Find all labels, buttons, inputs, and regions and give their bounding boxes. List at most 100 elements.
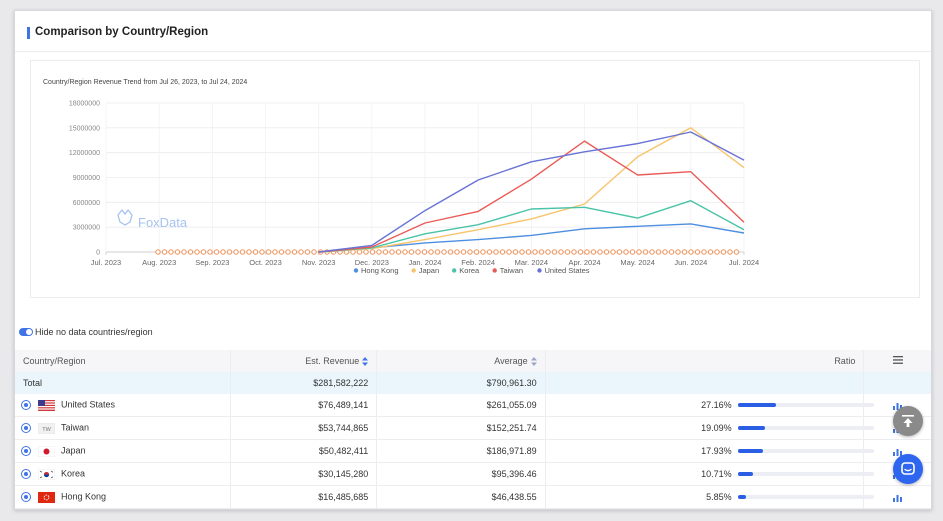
row-radio[interactable]: [21, 469, 31, 480]
event-marker-dot[interactable]: [246, 249, 252, 255]
table-row[interactable]: TW Taiwan $53,744,865 $152,251.74 19.09%: [15, 416, 931, 440]
chart-legend[interactable]: Hong Kong Japan Korea Taiwan United States: [353, 266, 590, 275]
event-marker-dot[interactable]: [571, 249, 577, 255]
legend-item[interactable]: Japan: [411, 266, 440, 275]
event-marker-dot[interactable]: [174, 249, 181, 255]
header-average[interactable]: Average: [376, 350, 546, 372]
event-marker-dot[interactable]: [259, 249, 265, 255]
event-marker-dot[interactable]: [233, 249, 239, 255]
event-marker-dot[interactable]: [727, 249, 733, 255]
scroll-to-top-button[interactable]: [893, 406, 923, 436]
event-marker-dot[interactable]: [662, 249, 668, 255]
event-marker-dot[interactable]: [421, 249, 428, 255]
event-marker-dot[interactable]: [551, 249, 558, 255]
event-marker-dot[interactable]: [486, 249, 493, 255]
event-marker-dot[interactable]: [434, 249, 441, 255]
event-marker-dot[interactable]: [538, 249, 545, 255]
event-marker-dot[interactable]: [285, 249, 291, 255]
event-marker-dot[interactable]: [168, 249, 174, 255]
event-marker-dot[interactable]: [389, 249, 395, 255]
event-marker-dot[interactable]: [688, 249, 694, 255]
event-marker-dot[interactable]: [610, 249, 616, 255]
event-marker-dot[interactable]: [454, 249, 460, 255]
event-marker-dot[interactable]: [642, 249, 649, 255]
event-marker-dot[interactable]: [493, 249, 499, 255]
event-marker-dot[interactable]: [733, 249, 740, 255]
event-marker-dot[interactable]: [694, 249, 701, 255]
row-radio[interactable]: [21, 423, 31, 434]
event-marker-dot[interactable]: [701, 249, 707, 255]
event-marker-dot[interactable]: [272, 249, 278, 255]
event-marker-dot[interactable]: [447, 249, 454, 255]
event-marker-dot[interactable]: [415, 249, 421, 255]
event-marker-dot[interactable]: [207, 249, 213, 255]
event-marker-dot[interactable]: [499, 249, 506, 255]
event-marker-dot[interactable]: [460, 249, 467, 255]
event-marker-dot[interactable]: [239, 249, 246, 255]
event-marker-dot[interactable]: [577, 249, 584, 255]
event-marker-dot[interactable]: [220, 249, 226, 255]
event-marker-dot[interactable]: [363, 249, 369, 255]
event-marker-dot[interactable]: [402, 249, 408, 255]
event-marker-dot[interactable]: [564, 249, 571, 255]
event-marker-dot[interactable]: [603, 249, 610, 255]
event-marker-dot[interactable]: [714, 249, 720, 255]
sort-icon[interactable]: [530, 357, 537, 367]
event-marker-dot[interactable]: [369, 249, 376, 255]
event-marker-dot[interactable]: [655, 249, 662, 255]
event-marker-dot[interactable]: [187, 249, 194, 255]
chat-support-button[interactable]: [893, 454, 923, 484]
event-marker-dot[interactable]: [291, 249, 298, 255]
event-marker-dot[interactable]: [298, 249, 304, 255]
event-marker-dot[interactable]: [681, 249, 688, 255]
event-marker-dot[interactable]: [473, 249, 480, 255]
event-marker-dot[interactable]: [441, 249, 447, 255]
table-row[interactable]: Hong Kong $16,485,685 $46,438.55 5.85%: [15, 485, 931, 509]
event-marker-dot[interactable]: [428, 249, 434, 255]
event-marker-dot[interactable]: [597, 249, 603, 255]
event-marker-dot[interactable]: [616, 249, 623, 255]
event-marker-dot[interactable]: [213, 249, 220, 255]
event-marker-dot[interactable]: [278, 249, 285, 255]
header-revenue[interactable]: Est. Revenue: [230, 350, 378, 372]
event-marker-dot[interactable]: [356, 249, 363, 255]
menu-icon[interactable]: [892, 356, 903, 364]
event-marker-dot[interactable]: [675, 249, 681, 255]
event-marker-dot[interactable]: [395, 249, 402, 255]
event-marker-dot[interactable]: [707, 249, 714, 255]
table-row[interactable]: Japan $50,482,411 $186,971.89 17.93%: [15, 439, 931, 463]
table-row[interactable]: United States $76,489,141 $261,055.09 27…: [15, 394, 931, 417]
event-marker-dot[interactable]: [720, 249, 727, 255]
event-marker-dot[interactable]: [584, 249, 590, 255]
row-radio[interactable]: [21, 446, 31, 457]
event-marker-dot[interactable]: [532, 249, 538, 255]
event-marker-dot[interactable]: [649, 249, 655, 255]
event-marker-dot[interactable]: [161, 249, 168, 255]
event-marker-dot[interactable]: [519, 249, 525, 255]
event-marker-dot[interactable]: [311, 249, 317, 255]
event-marker-dot[interactable]: [512, 249, 519, 255]
legend-item[interactable]: United States: [537, 266, 590, 275]
event-marker-dot[interactable]: [155, 249, 161, 255]
event-marker-dot[interactable]: [382, 249, 389, 255]
event-marker-dot[interactable]: [623, 249, 629, 255]
table-row[interactable]: Korea $30,145,280 $95,396.46 10.71%: [15, 462, 931, 486]
event-marker-dot[interactable]: [376, 249, 382, 255]
row-radio[interactable]: [21, 492, 31, 503]
event-marker-dot[interactable]: [636, 249, 642, 255]
event-marker-dot[interactable]: [525, 249, 532, 255]
event-marker-dot[interactable]: [480, 249, 486, 255]
row-radio[interactable]: [21, 400, 31, 411]
event-marker-dot[interactable]: [629, 249, 636, 255]
event-marker-dot[interactable]: [265, 249, 272, 255]
sort-icon[interactable]: [362, 357, 369, 367]
event-marker-dot[interactable]: [467, 249, 473, 255]
event-marker-dot[interactable]: [545, 249, 551, 255]
event-marker-dot[interactable]: [590, 249, 597, 255]
header-menu[interactable]: [863, 350, 931, 372]
event-marker-dot[interactable]: [194, 249, 200, 255]
event-marker-dot[interactable]: [252, 249, 259, 255]
bar-chart-icon[interactable]: [893, 494, 903, 502]
event-marker-dot[interactable]: [668, 249, 675, 255]
event-marker-dot[interactable]: [558, 249, 564, 255]
